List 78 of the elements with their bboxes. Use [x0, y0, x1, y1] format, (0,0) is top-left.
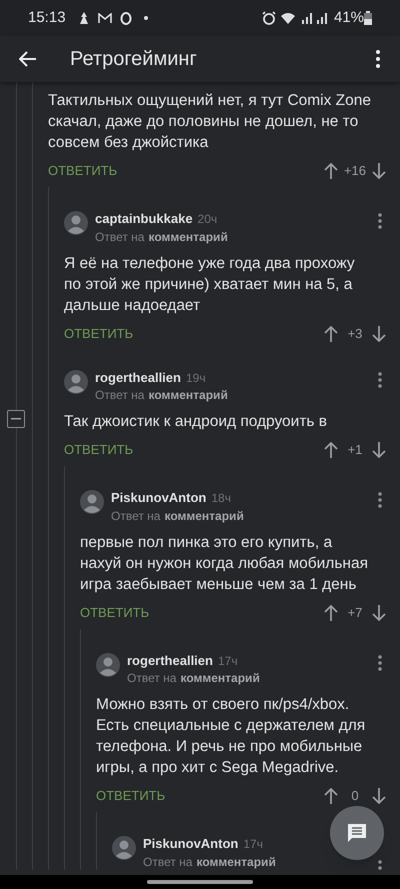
downvote-icon[interactable] [372, 604, 386, 620]
wifi-icon [280, 12, 296, 24]
comment-menu-button[interactable] [376, 370, 384, 388]
avatar-icon [64, 211, 88, 235]
vote-count: +1 [346, 441, 364, 460]
more-icon [378, 654, 382, 670]
vote-count: +3 [346, 324, 364, 343]
reply-button[interactable]: ОТВЕТИТЬ [48, 161, 118, 181]
ring-icon [120, 12, 132, 24]
comment-fab-button[interactable] [330, 806, 384, 860]
collapse-button[interactable] [7, 410, 25, 428]
vote-count: +16 [342, 162, 368, 180]
comment-time: 17ч [243, 836, 263, 853]
signal-icon [300, 12, 330, 24]
upvote-icon[interactable] [324, 442, 338, 458]
avatar-icon [96, 652, 120, 676]
comment-text: Можно взять от своего пк/ps4/xbox. Есть специальные с держателем для телефона. И речь не про мобильные игры, а про хит с Sega Megadrive. [96, 695, 366, 778]
downvote-icon[interactable] [372, 788, 386, 804]
alarm-icon [262, 11, 276, 25]
downvote-icon[interactable] [372, 163, 386, 179]
message-icon [346, 822, 368, 844]
comment-time: 17ч [218, 652, 238, 670]
reply-target-link[interactable]: комментарий [164, 508, 244, 524]
comment-menu-button[interactable] [376, 859, 384, 870]
comment-text: Так джоистик к андроид подруоить в [64, 412, 328, 432]
comment-text: Тактильных ощущений нет, я тут Comix Zone скачал, даже до половины не дошел, не то совсем без джойстика [48, 91, 372, 153]
reply-target-link[interactable]: комментарий [196, 854, 276, 870]
reply-target-link[interactable]: комментарий [180, 670, 260, 686]
reply-label: Ответ на [95, 228, 144, 244]
vote-count: 0 [350, 787, 360, 806]
reply-label: Ответ на [127, 670, 176, 686]
status-time: 15:13 [28, 8, 66, 28]
minus-icon [11, 418, 21, 420]
comment-time: 19ч [186, 370, 206, 386]
comment-time: 20ч [198, 211, 218, 228]
avatar-icon [64, 370, 88, 394]
more-icon [378, 492, 382, 508]
comment-time: 18ч [211, 490, 231, 507]
screen-title: Ретрогейминг [70, 47, 198, 72]
reply-button[interactable]: ОТВЕТИТЬ [64, 440, 134, 460]
more-icon [378, 213, 382, 229]
dot-icon [144, 16, 148, 20]
comment-menu-button[interactable] [376, 491, 384, 509]
reply-label: Ответ на [111, 508, 160, 524]
comment-text: Я её на телефоне уже года два прохожу по этой же причине) хватает мин на 5, а дальше надоедает [64, 254, 356, 316]
avatar-icon [80, 490, 104, 514]
back-icon [19, 51, 37, 67]
username[interactable]: PiskunovAnton [111, 488, 206, 508]
comment-menu-button[interactable] [376, 654, 384, 672]
more-icon [378, 372, 382, 388]
more-icon [376, 50, 380, 68]
upvote-icon[interactable] [324, 163, 338, 179]
avatar-icon [112, 836, 136, 860]
downvote-icon[interactable] [372, 326, 386, 342]
notification-icon [78, 11, 90, 25]
reply-target-link[interactable]: комментарий [148, 387, 228, 403]
reply-button[interactable]: ОТВЕТИТЬ [64, 324, 134, 344]
mail-icon [98, 12, 112, 24]
reply-label: Ответ на [95, 387, 144, 403]
username[interactable]: PiskunovAnton [143, 834, 238, 854]
upvote-icon[interactable] [324, 604, 338, 620]
reply-label: Ответ на [143, 854, 192, 870]
reply-button[interactable]: ОТВЕТИТЬ [80, 602, 150, 622]
comment-text: первые пол пинка это его купить, а нахуй он нужон когда любая мобильная игра заебывает меньше чем за 1 день [80, 532, 369, 594]
more-icon [378, 860, 382, 870]
reply-button[interactable]: ОТВЕТИТЬ [96, 786, 166, 806]
battery-percent: 41% [334, 8, 364, 28]
downvote-icon[interactable] [372, 442, 386, 458]
upvote-icon[interactable] [324, 788, 338, 804]
username[interactable]: rogertheallien [127, 650, 213, 670]
username[interactable]: rogertheallien [95, 368, 181, 387]
upvote-icon[interactable] [324, 326, 338, 342]
battery-icon [364, 11, 372, 25]
vote-count: +7 [346, 604, 364, 622]
home-handle[interactable] [147, 880, 253, 884]
reply-target-link[interactable]: комментарий [148, 228, 228, 244]
comment-menu-button[interactable] [376, 212, 384, 230]
username[interactable]: captainbukkake [95, 209, 193, 228]
